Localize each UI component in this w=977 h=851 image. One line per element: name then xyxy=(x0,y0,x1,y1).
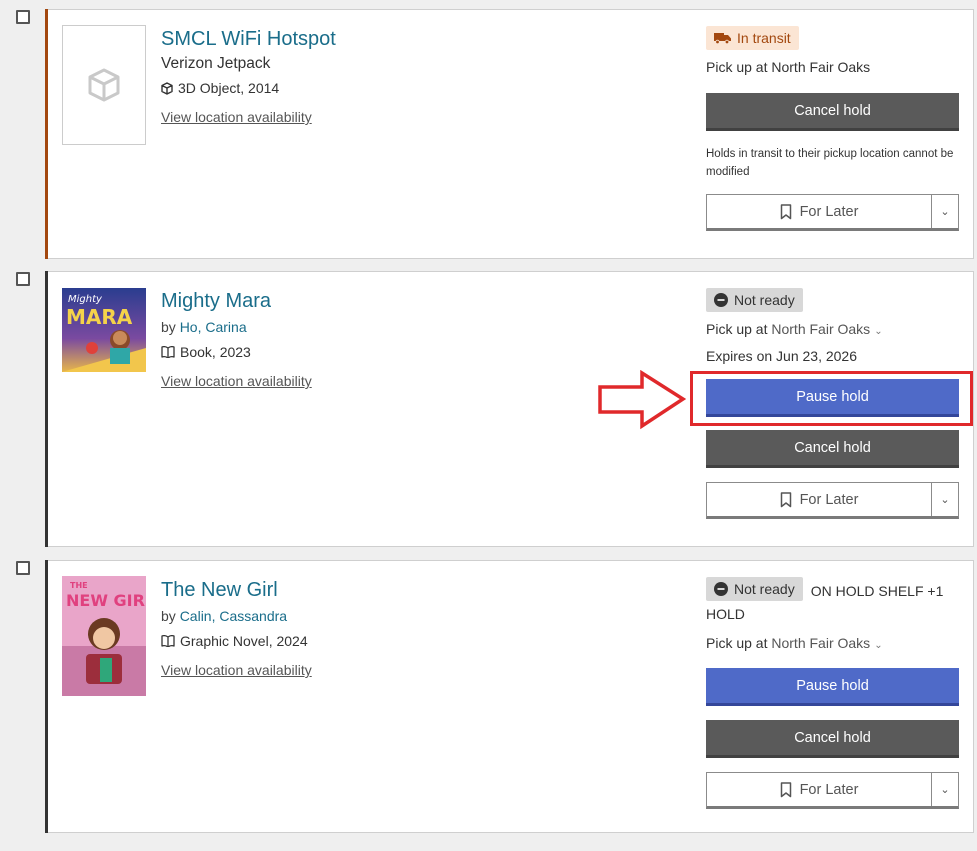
chevron-down-icon[interactable]: ⌄ xyxy=(931,195,958,228)
hold-card-3: THE NEW GIRL The New Girl by Calin, Cass… xyxy=(45,560,974,833)
svg-text:MARA: MARA xyxy=(66,305,133,329)
svg-text:THE: THE xyxy=(70,581,88,590)
item-format: 3D Object, 2014 xyxy=(161,75,336,101)
item-title[interactable]: SMCL WiFi Hotspot xyxy=(161,25,336,53)
location-availability-link[interactable]: View location availability xyxy=(161,103,312,131)
for-later-button[interactable]: For Later ⌄ xyxy=(706,482,959,519)
status-accent-bar xyxy=(45,560,48,833)
select-checkbox[interactable] xyxy=(16,561,30,575)
cancel-hold-button[interactable]: Cancel hold xyxy=(706,720,959,758)
book-cover-image[interactable]: THE NEW GIRL xyxy=(62,576,146,696)
svg-text:Mighty: Mighty xyxy=(68,294,103,305)
expiry-date: Expires on Jun 23, 2026 xyxy=(706,348,857,364)
chevron-down-icon[interactable]: ⌄ xyxy=(931,773,958,806)
for-later-button[interactable]: For Later ⌄ xyxy=(706,194,959,231)
truck-icon xyxy=(714,33,731,44)
item-author: by Ho, Carina xyxy=(161,319,247,335)
minus-circle-icon xyxy=(714,582,728,596)
pickup-location[interactable]: Pick up at North Fair Oaks ⌄ xyxy=(706,317,959,344)
chevron-down-icon: ⌄ xyxy=(874,326,883,337)
book-icon xyxy=(161,635,175,647)
cover-placeholder xyxy=(62,25,146,145)
item-format: Graphic Novel, 2024 xyxy=(161,628,312,654)
bookmark-icon xyxy=(780,491,791,507)
status-accent-bar xyxy=(45,9,48,259)
arrow-right-icon xyxy=(598,370,686,430)
item-title[interactable]: The New Girl xyxy=(161,576,312,604)
for-later-button[interactable]: For Later ⌄ xyxy=(706,772,959,809)
location-availability-link[interactable]: View location availability xyxy=(161,367,312,395)
cube-icon xyxy=(161,81,173,95)
cancel-hold-button[interactable]: Cancel hold xyxy=(706,430,959,468)
pause-hold-button[interactable]: Pause hold xyxy=(706,668,959,706)
bookmark-icon xyxy=(780,781,791,797)
bookmark-icon xyxy=(780,203,791,219)
highlight-box xyxy=(690,371,973,426)
cube-icon xyxy=(88,68,120,102)
author-link[interactable]: Calin, Cassandra xyxy=(180,608,287,624)
item-title[interactable]: Mighty Mara xyxy=(161,287,312,315)
status-badge: Not ready xyxy=(706,288,803,312)
minus-circle-icon xyxy=(714,293,728,307)
status-accent-bar xyxy=(45,271,48,547)
item-author: by Calin, Cassandra xyxy=(161,608,288,624)
pickup-location[interactable]: Pick up at North Fair Oaks ⌄ xyxy=(706,631,959,658)
status-badge: In transit xyxy=(706,26,799,50)
location-availability-link[interactable]: View location availability xyxy=(161,656,312,684)
book-cover-image[interactable]: Mighty MARA xyxy=(62,288,146,372)
pickup-location: Pick up at North Fair Oaks xyxy=(706,59,871,75)
select-checkbox[interactable] xyxy=(16,272,30,286)
book-icon xyxy=(161,346,175,358)
chevron-down-icon: ⌄ xyxy=(874,640,883,651)
item-format: Book, 2023 xyxy=(161,339,312,365)
hold-card-1: SMCL WiFi Hotspot Verizon Jetpack 3D Obj… xyxy=(45,9,974,259)
transit-note: Holds in transit to their pickup locatio… xyxy=(706,148,954,178)
item-subtitle: Verizon Jetpack xyxy=(161,55,271,72)
select-checkbox[interactable] xyxy=(16,10,30,24)
author-link[interactable]: Ho, Carina xyxy=(180,319,247,335)
svg-text:NEW GIRL: NEW GIRL xyxy=(66,591,146,610)
status-badge: Not ready xyxy=(706,577,803,601)
chevron-down-icon[interactable]: ⌄ xyxy=(931,483,958,516)
cancel-hold-button[interactable]: Cancel hold xyxy=(706,93,959,131)
